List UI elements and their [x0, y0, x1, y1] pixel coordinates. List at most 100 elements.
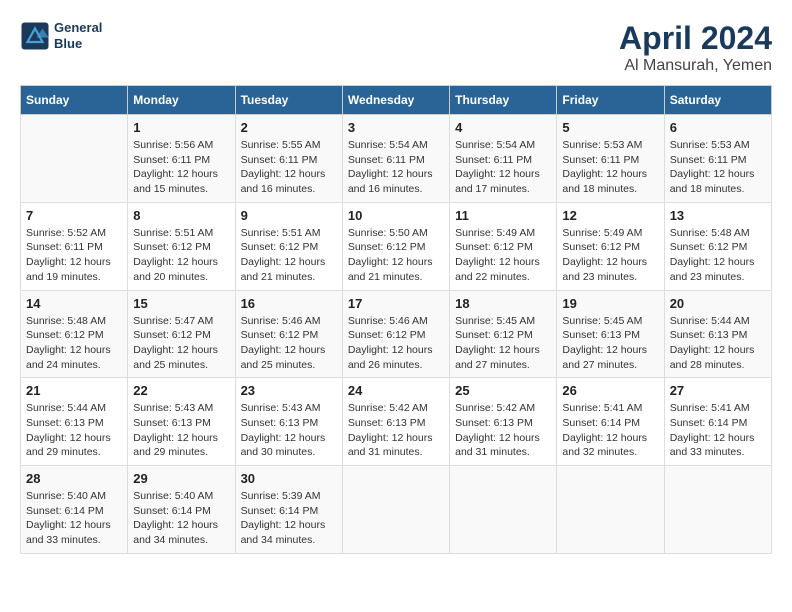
day-info: Sunrise: 5:49 AM Sunset: 6:12 PM Dayligh…: [455, 226, 551, 285]
calendar-cell: 11 Sunrise: 5:49 AM Sunset: 6:12 PM Dayli…: [450, 202, 557, 290]
day-info: Sunrise: 5:50 AM Sunset: 6:12 PM Dayligh…: [348, 226, 444, 285]
calendar-cell: 13Sunrise: 5:48 AM Sunset: 6:12 PM Dayli…: [664, 202, 771, 290]
week-row-4: 21 Sunrise: 5:44 AM Sunset: 6:13 PM Dayli…: [21, 378, 772, 466]
day-number: 26: [562, 383, 658, 398]
calendar-cell: [450, 466, 557, 554]
day-number: 11: [455, 208, 551, 223]
calendar-cell: 22Sunrise: 5:43 AM Sunset: 6:13 PM Dayli…: [128, 378, 235, 466]
day-info: Sunrise: 5:46 AM Sunset: 6:12 PM Dayligh…: [241, 314, 337, 373]
day-number: 14: [26, 296, 122, 311]
day-info: Sunrise: 5:44 AM Sunset: 6:13 PM Dayligh…: [26, 401, 122, 460]
title-area: April 2024 Al Mansurah, Yemen: [619, 20, 772, 75]
day-info: Sunrise: 5:43 AM Sunset: 6:13 PM Dayligh…: [133, 401, 229, 460]
day-number: 1: [133, 120, 229, 135]
calendar-cell: [557, 466, 664, 554]
logo-text: General Blue: [54, 20, 102, 51]
day-info: Sunrise: 5:40 AM Sunset: 6:14 PM Dayligh…: [133, 489, 229, 548]
calendar-cell: 10 Sunrise: 5:50 AM Sunset: 6:12 PM Dayli…: [342, 202, 449, 290]
day-number: 23: [241, 383, 337, 398]
day-info: Sunrise: 5:45 AM Sunset: 6:13 PM Dayligh…: [562, 314, 658, 373]
day-info: Sunrise: 5:51 AM Sunset: 6:12 PM Dayligh…: [133, 226, 229, 285]
day-info: Sunrise: 5:56 AM Sunset: 6:11 PM Dayligh…: [133, 138, 229, 197]
calendar-cell: 3 Sunrise: 5:54 AM Sunset: 6:11 PM Daylig…: [342, 115, 449, 203]
calendar-cell: 19 Sunrise: 5:45 AM Sunset: 6:13 PM Dayli…: [557, 290, 664, 378]
day-number: 8: [133, 208, 229, 223]
week-row-1: 1 Sunrise: 5:56 AM Sunset: 6:11 PM Daylig…: [21, 115, 772, 203]
day-number: 10: [348, 208, 444, 223]
column-header-wednesday: Wednesday: [342, 86, 449, 115]
day-number: 15: [133, 296, 229, 311]
day-info: Sunrise: 5:39 AM Sunset: 6:14 PM Dayligh…: [241, 489, 337, 548]
day-info: Sunrise: 5:47 AM Sunset: 6:12 PM Dayligh…: [133, 314, 229, 373]
logo: General Blue: [20, 20, 102, 51]
day-info: Sunrise: 5:48 AM Sunset: 6:12 PM Dayligh…: [26, 314, 122, 373]
day-info: Sunrise: 5:54 AM Sunset: 6:11 PM Dayligh…: [455, 138, 551, 197]
day-info: Sunrise: 5:41 AM Sunset: 6:14 PM Dayligh…: [670, 401, 766, 460]
day-info: Sunrise: 5:42 AM Sunset: 6:13 PM Dayligh…: [455, 401, 551, 460]
calendar-cell: 21 Sunrise: 5:44 AM Sunset: 6:13 PM Dayli…: [21, 378, 128, 466]
calendar-cell: [21, 115, 128, 203]
calendar-cell: 15 Sunrise: 5:47 AM Sunset: 6:12 PM Dayli…: [128, 290, 235, 378]
week-row-5: 28 Sunrise: 5:40 AM Sunset: 6:14 PM Dayli…: [21, 466, 772, 554]
calendar-cell: 29 Sunrise: 5:40 AM Sunset: 6:14 PM Dayli…: [128, 466, 235, 554]
day-number: 17: [348, 296, 444, 311]
day-number: 21: [26, 383, 122, 398]
calendar-subtitle: Al Mansurah, Yemen: [619, 57, 772, 75]
calendar-cell: 2 Sunrise: 5:55 AM Sunset: 6:11 PM Daylig…: [235, 115, 342, 203]
calendar-cell: 7 Sunrise: 5:52 AM Sunset: 6:11 PM Daylig…: [21, 202, 128, 290]
day-number: 29: [133, 471, 229, 486]
day-number: 30: [241, 471, 337, 486]
day-info: Sunrise: 5:55 AM Sunset: 6:11 PM Dayligh…: [241, 138, 337, 197]
day-number: 16: [241, 296, 337, 311]
calendar-cell: [342, 466, 449, 554]
column-header-saturday: Saturday: [664, 86, 771, 115]
day-info: Sunrise: 5:45 AM Sunset: 6:12 PM Dayligh…: [455, 314, 551, 373]
day-info: Sunrise: 5:42 AM Sunset: 6:13 PM Dayligh…: [348, 401, 444, 460]
day-number: 7: [26, 208, 122, 223]
day-info: Sunrise: 5:52 AM Sunset: 6:11 PM Dayligh…: [26, 226, 122, 285]
day-number: 12: [562, 208, 658, 223]
calendar-cell: 4 Sunrise: 5:54 AM Sunset: 6:11 PM Daylig…: [450, 115, 557, 203]
calendar-cell: 6 Sunrise: 5:53 AM Sunset: 6:11 PM Daylig…: [664, 115, 771, 203]
calendar-title: April 2024: [619, 20, 772, 57]
day-info: Sunrise: 5:53 AM Sunset: 6:11 PM Dayligh…: [670, 138, 766, 197]
calendar-cell: 12 Sunrise: 5:49 AM Sunset: 6:12 PM Dayli…: [557, 202, 664, 290]
day-number: 2: [241, 120, 337, 135]
day-number: 3: [348, 120, 444, 135]
day-number: 6: [670, 120, 766, 135]
calendar-cell: 23 Sunrise: 5:43 AM Sunset: 6:13 PM Dayli…: [235, 378, 342, 466]
column-headers: SundayMondayTuesdayWednesdayThursdayFrid…: [21, 86, 772, 115]
week-row-3: 14 Sunrise: 5:48 AM Sunset: 6:12 PM Dayli…: [21, 290, 772, 378]
column-header-sunday: Sunday: [21, 86, 128, 115]
day-number: 28: [26, 471, 122, 486]
day-number: 4: [455, 120, 551, 135]
calendar-cell: 17 Sunrise: 5:46 AM Sunset: 6:12 PM Dayli…: [342, 290, 449, 378]
day-info: Sunrise: 5:51 AM Sunset: 6:12 PM Dayligh…: [241, 226, 337, 285]
day-info: Sunrise: 5:46 AM Sunset: 6:12 PM Dayligh…: [348, 314, 444, 373]
day-info: Sunrise: 5:44 AM Sunset: 6:13 PM Dayligh…: [670, 314, 766, 373]
column-header-thursday: Thursday: [450, 86, 557, 115]
calendar-cell: 18Sunrise: 5:45 AM Sunset: 6:12 PM Dayli…: [450, 290, 557, 378]
day-number: 24: [348, 383, 444, 398]
calendar-cell: 1 Sunrise: 5:56 AM Sunset: 6:11 PM Daylig…: [128, 115, 235, 203]
day-number: 19: [562, 296, 658, 311]
day-info: Sunrise: 5:49 AM Sunset: 6:12 PM Dayligh…: [562, 226, 658, 285]
week-row-2: 7 Sunrise: 5:52 AM Sunset: 6:11 PM Daylig…: [21, 202, 772, 290]
day-info: Sunrise: 5:43 AM Sunset: 6:13 PM Dayligh…: [241, 401, 337, 460]
day-number: 9: [241, 208, 337, 223]
calendar-cell: 14 Sunrise: 5:48 AM Sunset: 6:12 PM Dayli…: [21, 290, 128, 378]
day-info: Sunrise: 5:48 AM Sunset: 6:12 PM Dayligh…: [670, 226, 766, 285]
day-info: Sunrise: 5:53 AM Sunset: 6:11 PM Dayligh…: [562, 138, 658, 197]
day-number: 25: [455, 383, 551, 398]
page-header: General Blue April 2024 Al Mansurah, Yem…: [20, 20, 772, 75]
calendar-cell: [664, 466, 771, 554]
calendar-cell: 25 Sunrise: 5:42 AM Sunset: 6:13 PM Dayli…: [450, 378, 557, 466]
day-number: 5: [562, 120, 658, 135]
calendar-cell: 27Sunrise: 5:41 AM Sunset: 6:14 PM Dayli…: [664, 378, 771, 466]
column-header-friday: Friday: [557, 86, 664, 115]
calendar-cell: 9 Sunrise: 5:51 AM Sunset: 6:12 PM Daylig…: [235, 202, 342, 290]
day-info: Sunrise: 5:54 AM Sunset: 6:11 PM Dayligh…: [348, 138, 444, 197]
logo-line1: General: [54, 20, 102, 36]
calendar-cell: 30 Sunrise: 5:39 AM Sunset: 6:14 PM Dayli…: [235, 466, 342, 554]
calendar-cell: 28Sunrise: 5:40 AM Sunset: 6:14 PM Dayli…: [21, 466, 128, 554]
